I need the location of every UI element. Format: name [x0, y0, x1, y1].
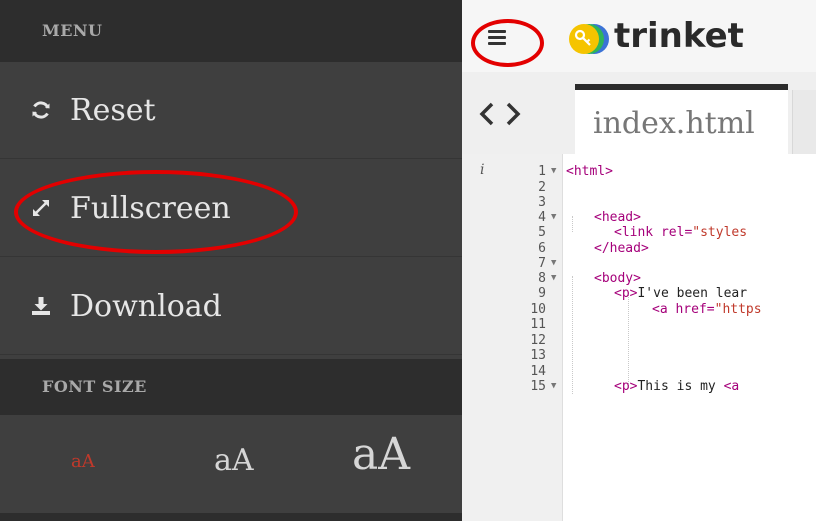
indent-guide [572, 216, 573, 232]
file-tab-bar: index.html [462, 72, 816, 155]
font-size-medium-option[interactable]: aA [214, 443, 254, 478]
refresh-icon [30, 99, 52, 121]
indent-guide [628, 292, 629, 388]
fold-arrow-icon[interactable]: ▼ [551, 273, 556, 283]
tab-label: index.html [593, 106, 755, 141]
sidebar-menu: MENU Reset Fullscreen Download FONT SIZE… [0, 0, 462, 521]
line-number-gutter: i 1 2 3 4 5 6 7 8 9 10 11 12 13 14 15 ▼ … [462, 154, 563, 521]
brand-name: trinket [614, 16, 744, 56]
fold-arrow-icon[interactable]: ▼ [551, 166, 556, 176]
fold-arrow-icon[interactable]: ▼ [551, 258, 556, 268]
info-marker: i [480, 162, 485, 178]
fullscreen-label: Fullscreen [70, 190, 231, 226]
line-number: 14 [530, 364, 546, 379]
hamburger-menu-icon[interactable] [480, 20, 514, 54]
chevron-left-right-icon [479, 102, 521, 126]
line-number: 2 [538, 180, 546, 195]
sidebar-footer [0, 513, 462, 521]
line-number: 6 [538, 241, 546, 256]
download-icon [30, 295, 52, 317]
reset-label: Reset [70, 92, 156, 128]
code-line: <body> [594, 271, 641, 286]
line-number: 1 [538, 164, 546, 179]
reset-button[interactable]: Reset [0, 62, 462, 159]
fold-arrow-icon[interactable]: ▼ [551, 212, 556, 222]
menu-header: MENU [0, 0, 462, 62]
line-number: 7 [538, 256, 546, 271]
download-button[interactable]: Download [0, 258, 462, 355]
line-number: 9 [538, 286, 546, 301]
line-number: 13 [530, 348, 546, 363]
font-size-header: FONT SIZE [0, 359, 462, 415]
expand-icon [30, 197, 52, 219]
code-line: <html> [566, 164, 613, 179]
code-editor-panel: trinket index.html i 1 2 3 4 5 6 7 8 9 1… [462, 0, 816, 521]
font-size-small-option[interactable]: aA [71, 451, 95, 472]
indent-guide [572, 276, 573, 394]
line-number: 3 [538, 195, 546, 210]
trinket-logo-icon [569, 24, 609, 54]
nav-arrows[interactable] [472, 96, 542, 132]
line-number: 15 [530, 379, 546, 394]
font-size-options: aA aA aA [0, 415, 462, 513]
line-number: 8 [538, 271, 546, 286]
download-label: Download [70, 288, 222, 324]
code-line: <a href="https [652, 302, 762, 317]
line-number: 11 [530, 317, 546, 332]
code-line: <head> [594, 210, 641, 225]
code-line: <p>This is my <a [614, 379, 740, 394]
font-size-large-option[interactable]: aA [352, 429, 410, 480]
code-line: </head> [594, 241, 649, 256]
code-line: <link rel="styles [614, 225, 748, 240]
line-number: 5 [538, 225, 546, 240]
code-line: <p>I've been lear [614, 286, 748, 301]
fullscreen-button[interactable]: Fullscreen [0, 160, 462, 257]
line-number: 10 [530, 302, 546, 317]
line-number: 12 [530, 333, 546, 348]
tab-index-html[interactable]: index.html [575, 84, 788, 154]
tab-next[interactable] [792, 90, 816, 154]
code-area[interactable]: i 1 2 3 4 5 6 7 8 9 10 11 12 13 14 15 ▼ … [462, 154, 816, 521]
top-bar: trinket [462, 0, 816, 73]
fold-arrow-icon[interactable]: ▼ [551, 381, 556, 391]
line-number: 4 [538, 210, 546, 225]
